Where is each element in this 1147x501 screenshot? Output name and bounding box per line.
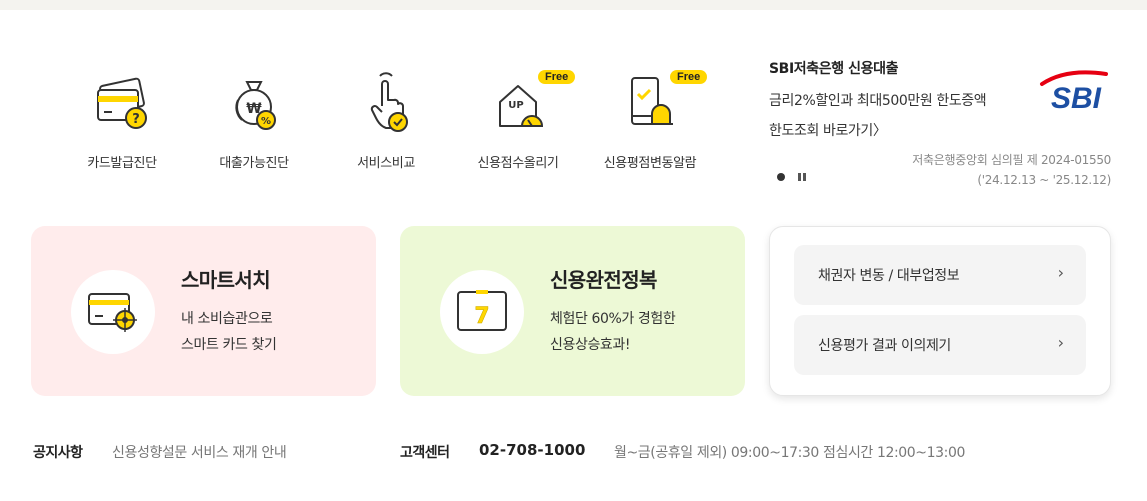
pause-icon[interactable] bbox=[797, 172, 807, 182]
service-label: 신용평점변동알람 bbox=[603, 156, 697, 171]
service-label: 서비스비교 bbox=[357, 156, 415, 171]
ad-disclaimer: 저축은행중앙회 심의필 제 2024-01550 ('24.12.13 ~ '2… bbox=[912, 150, 1111, 190]
creditor-info-link[interactable]: 채권자 변동 / 대부업정보 › bbox=[794, 245, 1086, 305]
link-label: 채권자 변동 / 대부업정보 bbox=[818, 268, 960, 284]
card-check-icon: ? bbox=[82, 70, 162, 140]
service-label: 카드발급진단 bbox=[87, 156, 157, 171]
smart-search-card[interactable]: 스마트서치 내 소비습관으로 스마트 카드 찾기 bbox=[31, 226, 376, 396]
card-desc-line: 신용상승효과! bbox=[550, 337, 631, 353]
credit-mastery-card[interactable]: 7 신용완전정복 체험단 60%가 경험한 신용상승효과! bbox=[400, 226, 745, 396]
card-description: 체험단 60%가 경험한 신용상승효과! bbox=[550, 306, 676, 358]
card-title: 스마트서치 bbox=[181, 268, 271, 292]
svg-text:SBI: SBI bbox=[1051, 82, 1102, 115]
service-score-up[interactable]: UP Free 신용점수올리기 bbox=[453, 70, 583, 171]
svg-text:?: ? bbox=[132, 112, 140, 127]
card-desc-line: 내 소비습관으로 bbox=[181, 311, 273, 327]
house-up-icon: UP Free bbox=[478, 70, 576, 140]
calendar-icon: 7 bbox=[440, 270, 524, 354]
chevron-right-icon: › bbox=[1057, 333, 1064, 352]
carousel-indicator-dot[interactable] bbox=[777, 173, 785, 181]
notice-label: 공지사항 bbox=[33, 445, 83, 461]
credit-objection-link[interactable]: 신용평가 결과 이의제기 › bbox=[794, 315, 1086, 375]
free-badge: Free bbox=[538, 70, 576, 84]
link-label: 신용평가 결과 이의제기 bbox=[818, 338, 951, 354]
service-score-alarm[interactable]: Free 신용평점변동알람 bbox=[585, 70, 715, 171]
card-search-icon bbox=[71, 270, 155, 354]
money-bag-icon: ₩ % bbox=[214, 70, 294, 140]
sbi-logo: SBI bbox=[1036, 66, 1112, 118]
service-label: 대출가능진단 bbox=[219, 156, 289, 171]
service-loan-check[interactable]: ₩ % 대출가능진단 bbox=[189, 70, 319, 171]
hand-pointer-icon bbox=[346, 70, 426, 140]
customer-center-hours: 월~금(공휴일 제외) 09:00~17:30 점심시간 12:00~13:00 bbox=[614, 445, 965, 461]
quick-links-panel: 채권자 변동 / 대부업정보 › 신용평가 결과 이의제기 › bbox=[769, 226, 1111, 396]
svg-text:7: 7 bbox=[474, 304, 489, 329]
service-label: 신용점수올리기 bbox=[477, 156, 559, 171]
ad-link[interactable]: 한도조회 바로가기〉 bbox=[769, 120, 1119, 140]
svg-text:UP: UP bbox=[508, 100, 523, 111]
free-badge: Free bbox=[670, 70, 708, 84]
top-strip bbox=[0, 0, 1147, 10]
disclaimer-line: 저축은행중앙회 심의필 제 2024-01550 bbox=[912, 153, 1111, 167]
card-title: 신용완전정복 bbox=[550, 268, 657, 292]
svg-text:%: % bbox=[261, 116, 271, 127]
service-card-check[interactable]: ? 카드발급진단 bbox=[57, 70, 187, 171]
customer-center-label: 고객센터 bbox=[400, 445, 450, 461]
card-desc-line: 체험단 60%가 경험한 bbox=[550, 311, 676, 327]
service-compare[interactable]: 서비스비교 bbox=[321, 70, 451, 171]
notice-link[interactable]: 신용성향설문 서비스 재개 안내 bbox=[112, 442, 287, 462]
card-desc-line: 스마트 카드 찾기 bbox=[181, 337, 277, 353]
disclaimer-period: ('24.12.13 ~ '25.12.12) bbox=[977, 173, 1111, 187]
customer-center-phone: 02-708-1000 bbox=[479, 441, 586, 459]
chevron-right-icon: › bbox=[1057, 263, 1064, 282]
card-description: 내 소비습관으로 스마트 카드 찾기 bbox=[181, 306, 277, 358]
phone-bell-icon: Free bbox=[610, 70, 708, 140]
